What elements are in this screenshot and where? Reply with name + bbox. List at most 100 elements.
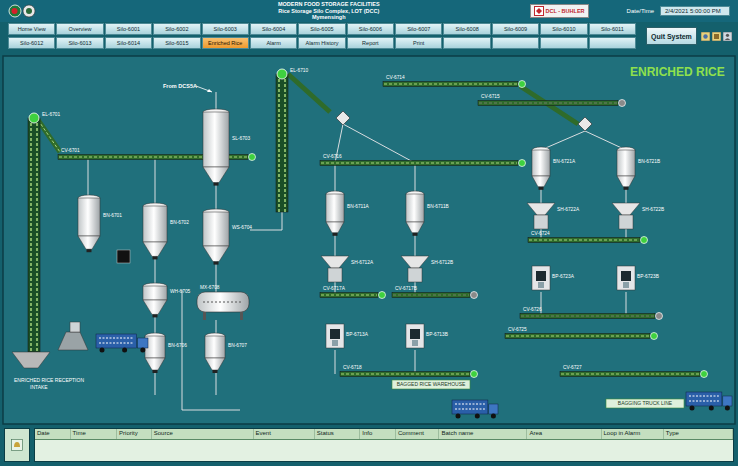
nav-button[interactable]: Silo-6015 (153, 37, 200, 49)
bin[interactable]: BN-6721B (617, 147, 660, 190)
conveyor[interactable]: CV-6718 (340, 365, 478, 378)
nav-button[interactable]: Silo-6014 (105, 37, 152, 49)
bin[interactable]: BN-6711A (326, 191, 370, 236)
nav-button[interactable]: Silo-6007 (395, 23, 442, 35)
nav-button[interactable]: Silo-6008 (443, 23, 490, 35)
column-header[interactable]: Event (254, 429, 315, 439)
pipe (415, 350, 416, 374)
bin[interactable]: WH-6705 (143, 283, 191, 317)
distributor-icon (336, 111, 350, 125)
settings-icon[interactable] (712, 32, 721, 41)
column-header[interactable]: Source (152, 429, 254, 439)
user-icon[interactable] (723, 32, 732, 41)
pipe (335, 163, 336, 194)
nav-button[interactable]: Silo-6004 (250, 23, 297, 35)
nav-button[interactable]: Silo-6002 (153, 23, 200, 35)
alarm-panel: DateTimePrioritySourceEventStatusInfoCom… (4, 428, 734, 462)
bin[interactable]: BN-6707 (205, 333, 247, 373)
brand-icon (534, 6, 544, 16)
conveyor[interactable]: CV-6714 (383, 75, 526, 88)
hopper[interactable]: SH-6712A (321, 256, 374, 282)
bin[interactable]: BN-6711B (406, 191, 449, 236)
nav-button[interactable]: Silo-6011 (589, 23, 636, 35)
nav-button[interactable]: Home View (8, 23, 55, 35)
hopper[interactable]: SH-6712B (401, 256, 453, 282)
svg-text:BP-6723A: BP-6723A (552, 274, 575, 279)
conveyor[interactable]: CV-6724 (528, 231, 648, 244)
bucket-elevator[interactable]: EL-6710 (276, 68, 308, 212)
nav-button[interactable]: Silo-6013 (56, 37, 103, 49)
nav-button[interactable]: Silo-6001 (105, 23, 152, 35)
svg-text:BN-6706: BN-6706 (168, 343, 187, 348)
svg-text:WS-6704: WS-6704 (232, 225, 252, 230)
column-header[interactable]: Priority (117, 429, 152, 439)
chute (38, 120, 60, 152)
nav-button[interactable]: Silo-6010 (540, 23, 587, 35)
conveyor[interactable]: CV-6726 (520, 307, 663, 320)
bin[interactable]: BN-6706 (145, 333, 187, 373)
bagging-machine[interactable]: BP-6723A (532, 266, 575, 290)
facility-title: MODERN FOOD STORAGE FACILITIESRice Stora… (136, 1, 522, 20)
conveyor[interactable]: CV-6717A (320, 286, 386, 299)
nav-button[interactable]: Overview (56, 23, 103, 35)
nav-button[interactable]: Print (395, 37, 442, 49)
column-header[interactable]: Batch name (439, 429, 527, 439)
column-header[interactable]: Time (71, 429, 117, 439)
help-icon[interactable] (701, 32, 710, 41)
column-header[interactable]: Status (315, 429, 361, 439)
pipe (585, 131, 626, 150)
svg-text:CV-6726: CV-6726 (523, 307, 542, 312)
svg-text:CV-6725: CV-6725 (508, 327, 527, 332)
conveyor[interactable]: CV-6715 (478, 94, 626, 107)
bagging-machine[interactable]: BP-6713A (326, 324, 369, 348)
quit-button[interactable]: Quit System (646, 27, 697, 45)
bin[interactable]: SL-6703 (203, 109, 250, 186)
nav-button[interactable] (589, 37, 636, 49)
bucket-elevator[interactable]: EL-6701 (28, 112, 60, 352)
nav-button[interactable] (540, 37, 587, 49)
column-header[interactable]: Type (664, 429, 733, 439)
tool-icons (701, 32, 732, 41)
alarm-bell-icon[interactable] (11, 439, 23, 451)
column-header[interactable]: Info (360, 429, 396, 439)
mixer[interactable]: MX-6708 (197, 285, 249, 320)
column-header[interactable]: Date (35, 429, 71, 439)
nav-button[interactable]: Alarm (250, 37, 297, 49)
nav-button[interactable]: Silo-6012 (8, 37, 55, 49)
area-caption: ENRICHED RICE RECEPTION (14, 377, 84, 383)
hopper[interactable]: SH-6722B (612, 203, 664, 229)
title-line: MODERN FOOD STORAGE FACILITIES (136, 1, 522, 7)
pipe (155, 157, 156, 206)
conveyor[interactable]: CV-6725 (505, 327, 658, 340)
column-header[interactable]: Comment (396, 429, 440, 439)
svg-text:CV-6718: CV-6718 (343, 365, 362, 370)
bagging-machine[interactable]: BP-6713B (406, 324, 448, 348)
nav-button[interactable] (443, 37, 490, 49)
conveyor[interactable]: CV-6716 (320, 154, 526, 167)
datetime-value: 2/4/2021 5:00:00 PM (660, 6, 730, 16)
nav-button[interactable]: Silo-6003 (202, 23, 249, 35)
truck-icon (452, 400, 498, 419)
column-header[interactable]: Loop in Alarm (602, 429, 664, 439)
nav-button[interactable] (492, 37, 539, 49)
nav-button[interactable]: Enriched Rice (202, 37, 249, 49)
svg-text:BP-6713A: BP-6713A (346, 332, 369, 337)
truck-icon (96, 334, 148, 353)
nav-button[interactable]: Report (347, 37, 394, 49)
nav-button[interactable]: Silo-6005 (298, 23, 345, 35)
bagging-machine[interactable]: BP-6723B (617, 266, 659, 290)
nav-button[interactable]: Silo-6009 (492, 23, 539, 35)
bin[interactable]: WS-6704 (203, 209, 252, 265)
arrow-head-icon (207, 89, 212, 92)
bin[interactable]: BN-6702 (143, 203, 189, 259)
bin[interactable]: BN-6721A (532, 147, 576, 190)
svg-text:WH-6705: WH-6705 (170, 289, 191, 294)
nav-button[interactable]: Alarm History (298, 37, 345, 49)
svg-text:CV-6714: CV-6714 (386, 75, 405, 80)
conveyor[interactable]: CV-6717B (392, 286, 478, 299)
bin[interactable]: BN-6701 (78, 195, 122, 252)
column-header[interactable]: Area (527, 429, 601, 439)
hopper[interactable]: SH-6722A (527, 203, 580, 229)
conveyor[interactable]: CV-6727 (560, 365, 708, 378)
nav-button[interactable]: Silo-6006 (347, 23, 394, 35)
